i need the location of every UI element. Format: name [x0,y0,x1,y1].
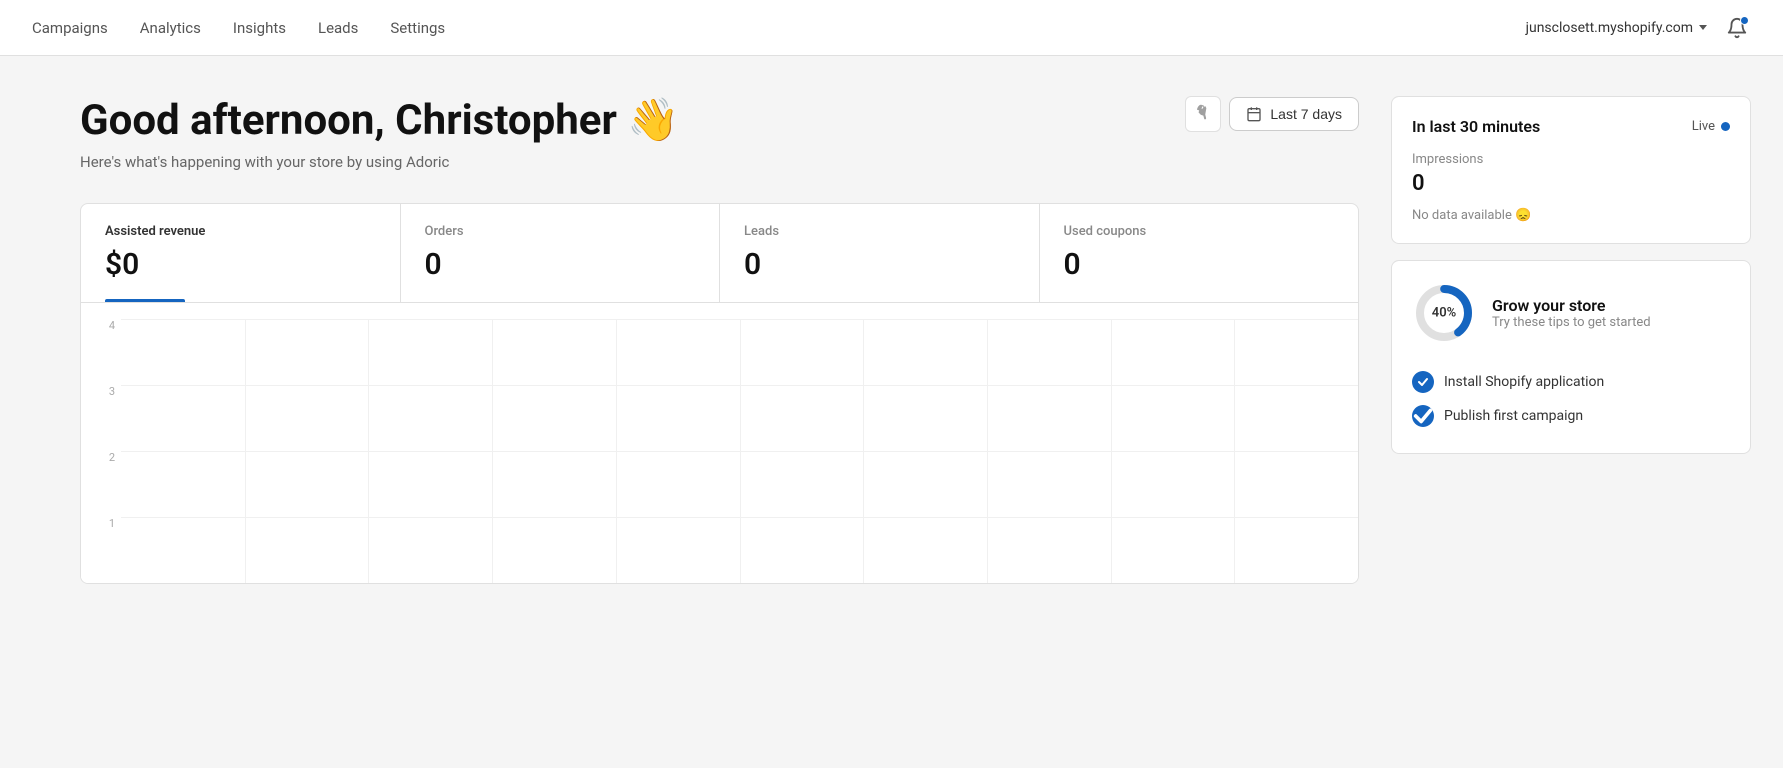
date-filter-button[interactable]: Last 7 days [1229,97,1359,131]
grow-subtitle: Try these tips to get started [1492,315,1651,330]
live-label: Live [1692,119,1715,134]
metrics-row: Assisted revenue $0 Orders 0 Leads 0 Use… [81,204,1358,303]
metric-cell-assisted-revenue: Assisted revenue $0 [81,204,401,302]
nav-item-leads[interactable]: Leads [318,15,358,41]
greeting-subtext: Here's what's happening with your store … [80,153,680,171]
grid-line-v-4 [616,319,617,583]
metric-label-leads: Leads [744,224,1015,239]
live-panel-header: In last 30 minutes Live [1412,117,1730,136]
grow-checklist: Install Shopify application Publish firs… [1412,365,1730,433]
check-circle-publish [1412,405,1434,427]
chart-area: 4 3 2 1 [81,303,1358,583]
nav-item-analytics[interactable]: Analytics [140,15,201,41]
nav-item-campaigns[interactable]: Campaigns [32,15,108,41]
metric-underline [105,299,185,302]
grid-line-v-6 [863,319,864,583]
no-data-message: No data available 😞 [1412,208,1730,223]
grow-donut-chart: 40% [1412,281,1476,345]
notification-bell[interactable] [1723,14,1751,42]
metric-cell-used-coupons: Used coupons 0 [1040,204,1359,302]
metric-cell-orders: Orders 0 [401,204,721,302]
checklist-item-install: Install Shopify application [1412,365,1730,399]
live-badge: Live [1692,119,1730,134]
greeting-text: Good afternoon, Christopher 👋 Here's wha… [80,96,680,171]
chevron-down-icon [1699,25,1707,30]
top-navigation: Campaigns Analytics Insights Leads Setti… [0,0,1783,56]
chart-y-labels: 4 3 2 1 [81,303,121,583]
live-panel: In last 30 minutes Live Impressions 0 No… [1391,96,1751,244]
nav-item-insights[interactable]: Insights [233,15,286,41]
shopify-icon-button[interactable] [1185,96,1221,132]
metric-value-used-coupons: 0 [1064,247,1335,282]
metric-value-assisted-revenue: $0 [105,247,376,282]
check-circle-install [1412,371,1434,393]
y-label-3: 3 [81,385,121,398]
greeting-headline: Good afternoon, Christopher 👋 [80,96,680,145]
metric-label-orders: Orders [425,224,696,239]
metric-label-used-coupons: Used coupons [1064,224,1335,239]
metric-cell-leads: Leads 0 [720,204,1040,302]
impressions-value: 0 [1412,171,1730,196]
live-panel-title: In last 30 minutes [1412,117,1540,136]
live-dot [1721,122,1730,131]
checkmark-icon-install [1417,376,1429,388]
impressions-label: Impressions [1412,152,1730,167]
y-label-1: 1 [81,517,121,530]
notification-dot [1740,16,1749,25]
grow-percent-label: 40% [1432,306,1456,321]
nav-links: Campaigns Analytics Insights Leads Setti… [32,15,445,41]
nav-item-settings[interactable]: Settings [390,15,445,41]
store-name: junsclosett.myshopify.com [1526,20,1693,36]
grow-title: Grow your store [1492,296,1651,315]
shopify-icon [1193,104,1213,124]
calendar-icon [1246,106,1262,122]
metric-value-orders: 0 [425,247,696,282]
date-filter-label: Last 7 days [1270,106,1342,122]
y-label-4: 4 [81,319,121,332]
header-right-controls: Last 7 days [1185,96,1359,132]
metric-label-assisted-revenue: Assisted revenue [105,224,376,239]
grid-line-v-5 [740,319,741,583]
grow-info: Grow your store Try these tips to get st… [1492,296,1651,330]
checklist-item-publish: Publish first campaign [1412,399,1730,433]
y-label-2: 2 [81,451,121,464]
greeting-row: Good afternoon, Christopher 👋 Here's wha… [80,96,1359,171]
store-selector[interactable]: junsclosett.myshopify.com [1526,20,1707,36]
grid-line-v-7 [987,319,988,583]
nav-right-section: junsclosett.myshopify.com [1526,14,1751,42]
content-left: Good afternoon, Christopher 👋 Here's wha… [80,96,1359,584]
grid-line-v-2 [368,319,369,583]
checklist-label-install: Install Shopify application [1444,374,1604,390]
grid-line-v-3 [492,319,493,583]
metric-value-leads: 0 [744,247,1015,282]
grid-line-v-8 [1111,319,1112,583]
checkmark-icon-publish [1412,405,1434,427]
grow-card-header: 40% Grow your store Try these tips to ge… [1412,281,1730,345]
main-content: Good afternoon, Christopher 👋 Here's wha… [0,56,1783,616]
grid-line-v-9 [1234,319,1235,583]
metrics-card: Assisted revenue $0 Orders 0 Leads 0 Use… [80,203,1359,584]
grow-card: 40% Grow your store Try these tips to ge… [1391,260,1751,454]
content-right: In last 30 minutes Live Impressions 0 No… [1391,96,1751,584]
grid-line-v-1 [245,319,246,583]
checklist-label-publish: Publish first campaign [1444,408,1583,424]
chart-grid-lines [121,319,1358,583]
